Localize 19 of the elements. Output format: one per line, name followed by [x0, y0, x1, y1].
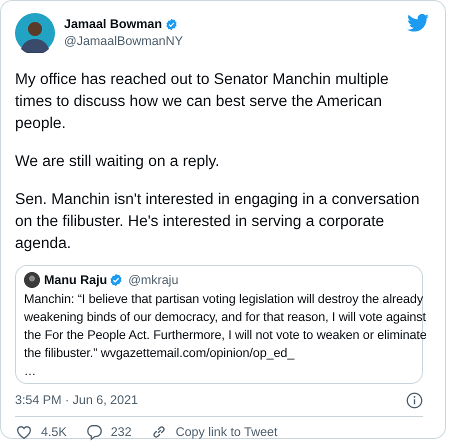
action-button[interactable]: Copy link to Tweet	[150, 423, 278, 441]
tweet-text: My office has reached out to Senator Manchin multiple times to discuss how we can best serve the American people.	[15, 70, 390, 134]
quoted-text: Manchin: “I believe that partisan voting legislation will destroy the already weakening binds of our democracy, and for that reason, I will vote against the For the People Act. Furthermore, I will not vote to weaken or eliminate the filibuster.” wvgazettemail.com/opinion/op_ed_	[24, 291, 428, 362]
quoted-author-name: Manu Raju	[44, 273, 108, 287]
avatar-icon	[24, 272, 40, 288]
author-handle[interactable]: @JamaalBowmanNY	[64, 33, 183, 50]
tweet-text: We are still waiting on a reply.	[15, 152, 220, 172]
author-name[interactable]: Jamaal Bowman	[64, 16, 162, 33]
ellipsis-text: …	[24, 365, 36, 378]
avatar-icon[interactable]	[15, 13, 55, 53]
tweet-text: Sen. Manchin isn't interested in engaging in a conversation on the filibuster. He's interested in serving a corporate agenda.	[15, 190, 420, 254]
action-button[interactable]: 232	[84, 423, 132, 441]
action-button[interactable]: 4.5K	[15, 423, 67, 441]
timestamp-link[interactable]: 3:54 PM · Jun 6, 2021	[15, 390, 138, 410]
speech-bubble-icon	[84, 423, 103, 441]
quoted-author-handle: @mkraju	[128, 273, 178, 287]
info-icon[interactable]	[406, 392, 423, 408]
heart-icon	[15, 423, 33, 441]
bird-icon[interactable]	[407, 14, 429, 32]
